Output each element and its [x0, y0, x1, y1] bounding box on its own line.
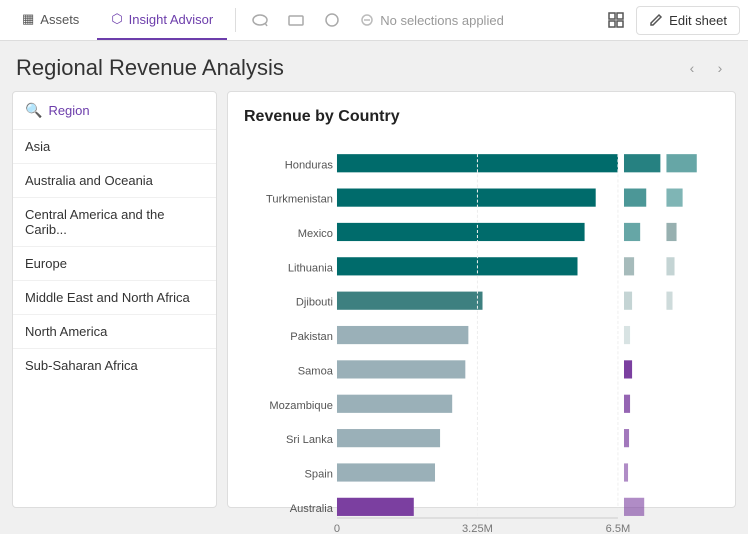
chart-svg: Honduras Turkmenistan Mexico Lithuania — [244, 140, 719, 534]
chart-svg-wrapper: Honduras Turkmenistan Mexico Lithuania — [244, 140, 719, 534]
grid-icon-button[interactable] — [600, 4, 632, 36]
tab-insight-advisor[interactable]: ⬡ Insight Advisor — [97, 0, 227, 40]
svg-text:Mexico: Mexico — [298, 228, 333, 240]
svg-text:Honduras: Honduras — [285, 159, 334, 171]
search-icon: 🔍 — [25, 102, 42, 119]
filter-item-sub-saharan[interactable]: Sub-Saharan Africa — [13, 349, 216, 382]
rectangle-select-button[interactable] — [280, 4, 312, 36]
main-content: 🔍 Region Asia Australia and Oceania Cent… — [0, 91, 748, 520]
page-title: Regional Revenue Analysis — [16, 55, 284, 81]
topbar: ▦ Assets ⬡ Insight Advisor No selections… — [0, 0, 748, 41]
svg-text:Turkmenistan: Turkmenistan — [266, 194, 333, 206]
nav-arrows: ‹ › — [680, 56, 732, 80]
no-selections-label: No selections applied — [380, 13, 504, 28]
svg-text:Samoa: Samoa — [298, 365, 334, 377]
filter-item-australia[interactable]: Australia and Oceania — [13, 164, 216, 198]
page-header: Regional Revenue Analysis ‹ › — [0, 41, 748, 91]
edit-sheet-label: Edit sheet — [669, 13, 727, 28]
filter-item-middle-east[interactable]: Middle East and North Africa — [13, 281, 216, 315]
filter-item-central-america[interactable]: Central America and the Carib... — [13, 198, 216, 247]
insight-advisor-tab-label: Insight Advisor — [129, 12, 214, 27]
no-selections-indicator: No selections applied — [352, 13, 512, 28]
svg-text:Mozambique: Mozambique — [269, 400, 333, 412]
svg-text:Spain: Spain — [305, 469, 333, 481]
filter-item-asia[interactable]: Asia — [13, 130, 216, 164]
svg-text:Pakistan: Pakistan — [290, 331, 333, 343]
filter-field-label: Region — [48, 103, 89, 118]
svg-text:Australia: Australia — [290, 503, 334, 515]
svg-text:Lithuania: Lithuania — [288, 262, 334, 274]
divider — [235, 8, 236, 32]
lasso-select-button[interactable] — [244, 4, 276, 36]
filter-item-europe[interactable]: Europe — [13, 247, 216, 281]
filter-panel: 🔍 Region Asia Australia and Oceania Cent… — [12, 91, 217, 508]
nav-prev-button[interactable]: ‹ — [680, 56, 704, 80]
filter-item-north-america[interactable]: North America — [13, 315, 216, 349]
svg-text:Djibouti: Djibouti — [296, 297, 333, 309]
svg-text:6.5M: 6.5M — [606, 523, 631, 534]
circle-select-button[interactable] — [316, 4, 348, 36]
filter-header: 🔍 Region — [13, 92, 216, 130]
tab-assets[interactable]: ▦ Assets — [8, 0, 93, 40]
chart-panel: Revenue by Country Honduras Turkmenistan… — [227, 91, 736, 508]
edit-sheet-button[interactable]: Edit sheet — [636, 6, 740, 35]
assets-tab-label: Assets — [40, 12, 79, 27]
insight-advisor-icon: ⬡ — [111, 11, 122, 27]
chart-title: Revenue by Country — [244, 108, 719, 126]
assets-icon: ▦ — [22, 11, 34, 27]
svg-text:0: 0 — [334, 523, 340, 534]
nav-next-button[interactable]: › — [708, 56, 732, 80]
topbar-right: Edit sheet — [600, 4, 740, 36]
svg-text:Sri Lanka: Sri Lanka — [286, 434, 334, 446]
